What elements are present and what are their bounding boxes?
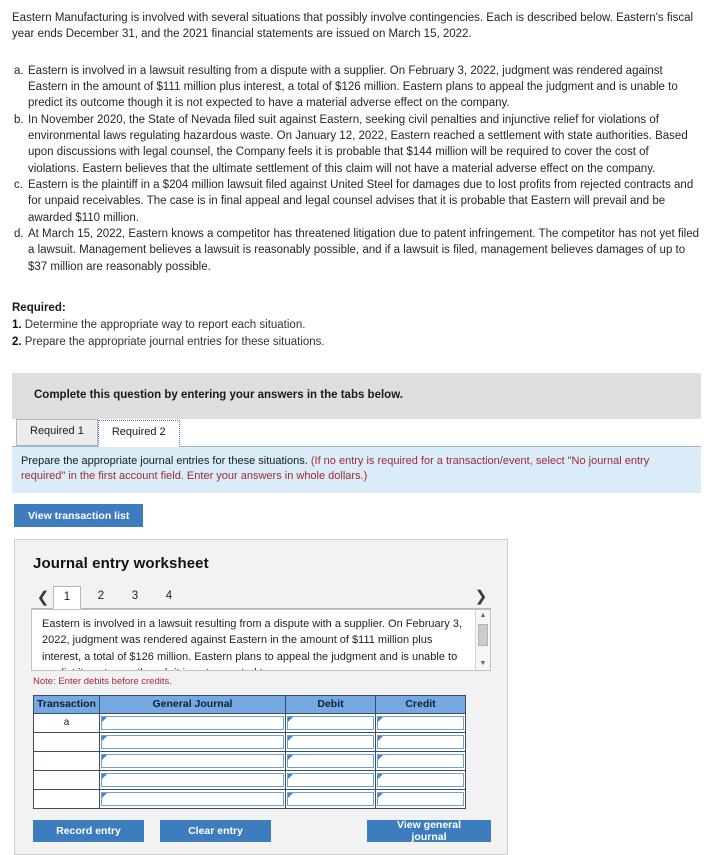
situation-letter: c. — [14, 178, 23, 191]
view-transaction-list-wrap: View transaction list — [14, 504, 713, 528]
required-item-1-text: Determine the appropriate way to report … — [24, 318, 306, 331]
instruction-bar: Prepare the appropriate journal entries … — [12, 446, 701, 494]
debit-cell[interactable] — [285, 751, 376, 772]
entry-tab-1[interactable]: 1 — [53, 586, 81, 610]
transaction-label: a — [33, 713, 100, 734]
problem-intro: Eastern Manufacturing is involved with s… — [12, 12, 694, 41]
situation-letter: b. — [14, 113, 24, 126]
transaction-label — [33, 770, 100, 791]
instruction-lead: Prepare the appropriate journal entries … — [21, 454, 308, 467]
required-heading: Required: — [12, 301, 66, 314]
clear-entry-button[interactable]: Clear entry — [160, 820, 272, 843]
worksheet-title: Journal entry worksheet — [33, 555, 209, 573]
debit-input[interactable] — [287, 792, 374, 807]
column-header-transaction: Transaction — [33, 695, 100, 715]
view-general-journal-button[interactable]: View general journal — [367, 819, 491, 843]
scroll-up-icon[interactable]: ▲ — [476, 610, 490, 622]
transaction-label — [33, 751, 100, 772]
situations-list: a. Eastern is involved in a lawsuit resu… — [0, 63, 713, 275]
credit-cell[interactable] — [375, 713, 466, 734]
situation-text: At March 15, 2022, Eastern knows a compe… — [28, 227, 700, 273]
credit-cell[interactable] — [375, 789, 466, 810]
situation-letter: a. — [14, 64, 24, 77]
credit-input[interactable] — [377, 735, 464, 750]
credit-input[interactable] — [377, 754, 464, 769]
entry-description-text: Eastern is involved in a lawsuit resulti… — [42, 618, 463, 670]
entry-tab-3[interactable]: 3 — [121, 585, 149, 608]
entry-description-box: Eastern is involved in a lawsuit resulti… — [31, 609, 491, 672]
general-journal-cell[interactable] — [99, 751, 286, 772]
required-section: Required: 1. Determine the appropriate w… — [0, 301, 713, 351]
required-item-1-number: 1. — [12, 318, 22, 331]
table-row: a — [33, 713, 466, 734]
table-row — [33, 732, 466, 753]
general-journal-cell[interactable] — [99, 789, 286, 810]
journal-entry-worksheet-panel: Journal entry worksheet ❮ 1 2 3 4 ❯ East… — [14, 539, 508, 855]
required-item-2-number: 2. — [12, 335, 22, 348]
requirement-tabs: Required 1 Required 2 — [12, 418, 701, 447]
list-item: d. At March 15, 2022, Eastern knows a co… — [14, 226, 699, 275]
list-item: c. Eastern is the plaintiff in a $204 mi… — [14, 177, 699, 226]
situation-text: Eastern is the plaintiff in a $204 milli… — [28, 178, 694, 224]
general-journal-input[interactable] — [101, 792, 284, 807]
debit-cell[interactable] — [285, 770, 376, 791]
entry-tab-4[interactable]: 4 — [155, 585, 183, 608]
situation-text: Eastern is involved in a lawsuit resulti… — [28, 64, 678, 110]
table-header-row: Transaction General Journal Debit Credit — [33, 695, 466, 715]
general-journal-input[interactable] — [101, 716, 284, 731]
debits-before-credits-note: Note: Enter debits before credits. — [33, 676, 172, 688]
worksheet-entry-tabs: ❮ 1 2 3 4 ❯ — [31, 585, 491, 610]
column-header-credit: Credit — [375, 695, 466, 715]
required-item-2: 2. Prepare the appropriate journal entri… — [12, 335, 701, 351]
list-item: b. In November 2020, the State of Nevada… — [14, 112, 699, 177]
general-journal-input[interactable] — [101, 773, 284, 788]
complete-question-bar: Complete this question by entering your … — [12, 372, 701, 419]
general-journal-cell[interactable] — [99, 713, 286, 734]
column-header-debit: Debit — [285, 695, 376, 715]
debit-cell[interactable] — [285, 713, 376, 734]
debit-input[interactable] — [287, 754, 374, 769]
credit-input[interactable] — [377, 773, 464, 788]
credit-input[interactable] — [377, 792, 464, 807]
credit-input[interactable] — [377, 716, 464, 731]
debit-cell[interactable] — [285, 789, 376, 810]
credit-cell[interactable] — [375, 751, 466, 772]
chevron-right-icon[interactable]: ❯ — [471, 587, 491, 607]
situation-letter: d. — [14, 227, 24, 240]
debit-cell[interactable] — [285, 732, 376, 753]
worksheet-action-buttons: Record entry Clear entry View general jo… — [33, 819, 491, 843]
column-header-general-journal: General Journal — [99, 695, 286, 715]
scrollbar-thumb[interactable] — [478, 624, 488, 647]
tab-required-2[interactable]: Required 2 — [97, 419, 180, 447]
debit-input[interactable] — [287, 773, 374, 788]
general-journal-input[interactable] — [101, 754, 284, 769]
general-journal-input[interactable] — [101, 735, 284, 750]
scroll-down-icon[interactable]: ▼ — [476, 658, 490, 670]
list-item: a. Eastern is involved in a lawsuit resu… — [14, 63, 699, 112]
debit-input[interactable] — [287, 716, 374, 731]
general-journal-cell[interactable] — [99, 732, 286, 753]
entry-tab-2[interactable]: 2 — [87, 585, 115, 608]
credit-cell[interactable] — [375, 732, 466, 753]
table-row — [33, 789, 466, 810]
situation-text: In November 2020, the State of Nevada fi… — [28, 113, 688, 175]
chevron-left-icon[interactable]: ❮ — [33, 588, 53, 608]
view-transaction-list-button[interactable]: View transaction list — [14, 504, 144, 528]
transaction-label — [33, 789, 100, 810]
complete-question-text: Complete this question by entering your … — [34, 388, 403, 401]
required-item-1: 1. Determine the appropriate way to repo… — [12, 318, 701, 334]
required-item-2-text: Prepare the appropriate journal entries … — [24, 335, 325, 348]
description-scrollbar[interactable]: ▲ ▼ — [475, 610, 490, 671]
table-row — [33, 770, 466, 791]
record-entry-button[interactable]: Record entry — [33, 820, 145, 843]
debit-input[interactable] — [287, 735, 374, 750]
table-row — [33, 751, 466, 772]
transaction-label — [33, 732, 100, 753]
journal-entry-table: Transaction General Journal Debit Credit… — [33, 695, 466, 810]
general-journal-cell[interactable] — [99, 770, 286, 791]
tab-required-1[interactable]: Required 1 — [16, 418, 98, 446]
credit-cell[interactable] — [375, 770, 466, 791]
